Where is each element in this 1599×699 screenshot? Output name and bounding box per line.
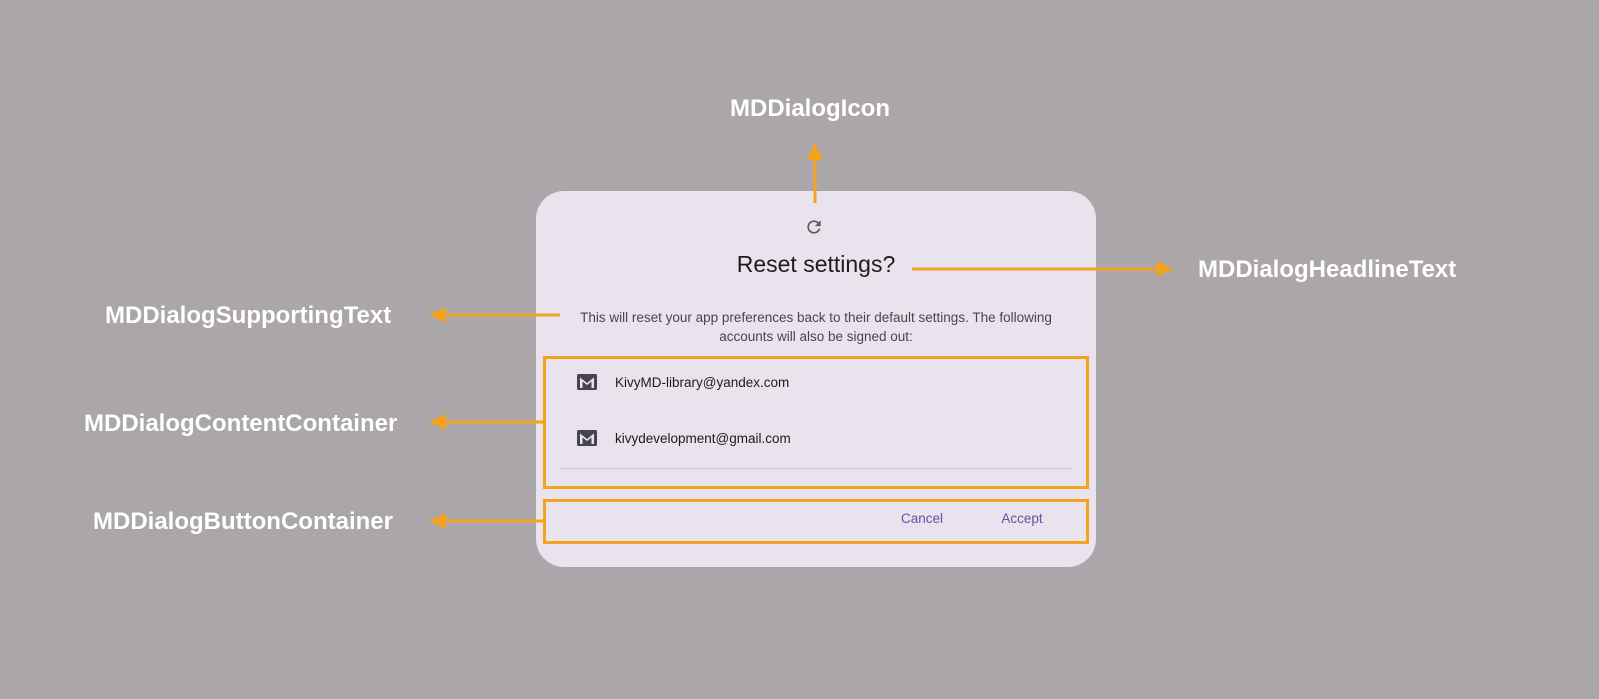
button-arrowhead [429,513,446,529]
icon-arrowhead [807,143,823,160]
supporting-arrowhead [429,307,446,323]
headline-arrowhead [1157,261,1174,277]
button-container-highlight [543,499,1089,544]
content-arrowhead [429,414,446,430]
canvas: { "annotations": { "icon": "MDDialogIcon… [0,0,1599,699]
label-mddialogicon: MDDialogIcon [730,95,890,122]
content-container-highlight [543,356,1089,489]
label-mddialogcontentcontainer: MDDialogContentContainer [84,410,398,437]
label-mddialogheadlinetext: MDDialogHeadlineText [1198,256,1457,283]
dialog-headline: Reset settings? [736,251,896,277]
dialog-supporting-text: This will reset your app preferences bac… [580,310,1052,344]
label-mddialogsupportingtext: MDDialogSupportingText [105,302,392,329]
refresh-icon [800,215,828,239]
label-mddialogbuttoncontainer: MDDialogButtonContainer [93,508,393,535]
